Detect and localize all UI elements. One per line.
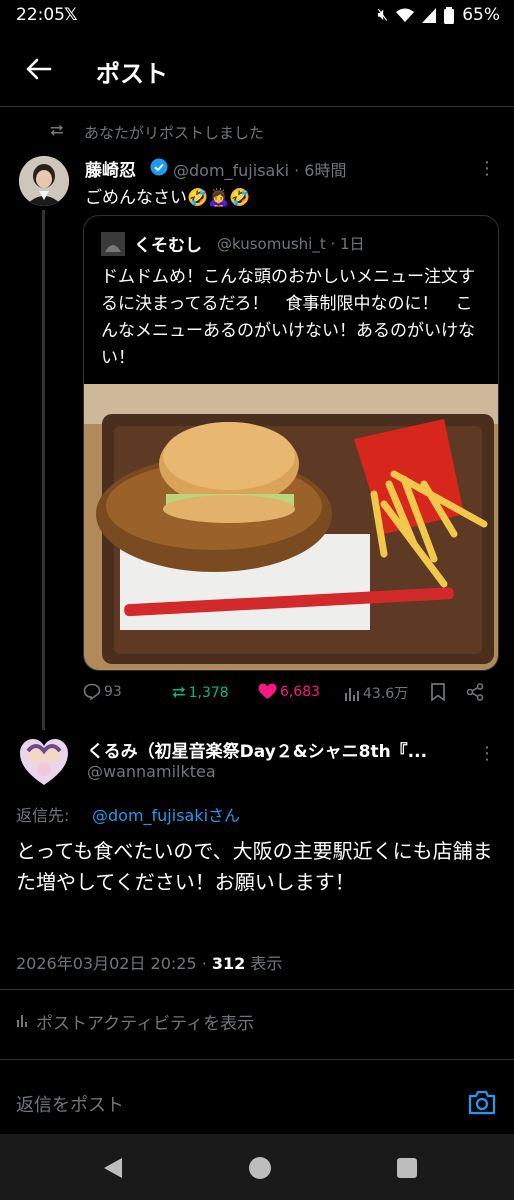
reply-button[interactable]: 93 <box>83 683 122 700</box>
quoted-author-handle: @kusomushi_t · 1日 <box>217 235 365 253</box>
quoted-post-body: ドムドムめ！こんな頭のおかしいメニュー注文するに決まってるだろ！ 食事制限中なの… <box>101 267 475 368</box>
reply-author-handle[interactable]: @wannamilktea <box>87 762 216 781</box>
thread-line <box>42 210 45 730</box>
post-body: ごめんなさい🤣🙇‍♀️🤣 <box>85 188 251 208</box>
status-right: 🔇︎ 65% <box>377 5 500 25</box>
reply-icon <box>83 683 101 700</box>
post-activity-link[interactable]: ポストアクティビティを表示 <box>36 1009 254 1034</box>
reply-body: とっても食べたいので、大阪の主要駅近くにも店舗また増やしてください！お願いします… <box>16 839 493 894</box>
avatar[interactable] <box>19 156 69 206</box>
views-icon <box>345 687 359 701</box>
reply-compose-input[interactable]: 返信をポスト <box>16 1091 124 1117</box>
heart-icon <box>258 683 277 699</box>
page-title: ポスト <box>96 60 168 88</box>
signal-icon <box>422 7 437 23</box>
like-button[interactable]: 6,683 <box>258 683 320 700</box>
battery-icon <box>444 6 455 24</box>
author-name[interactable]: 藤崎忍 <box>85 156 136 181</box>
reply-to-label: 返信先: <box>16 806 70 825</box>
like-count: 6,683 <box>280 683 321 700</box>
reply-meta: 2026年03月02日 20:25 · 312 表示 <box>16 950 282 974</box>
verified-badge-icon <box>150 158 168 176</box>
views-count: 43.6万 <box>363 686 409 702</box>
reply-avatar[interactable] <box>18 737 70 789</box>
reply-author-name[interactable]: くるみ（初星音楽祭Day２&シャニ8th『... <box>87 737 467 762</box>
nav-home-icon[interactable] <box>248 1156 272 1180</box>
back-arrow-icon[interactable] <box>22 52 56 86</box>
divider <box>0 1059 514 1060</box>
camera-icon[interactable] <box>468 1089 496 1115</box>
wifi-icon <box>396 8 415 22</box>
more-options-icon[interactable]: ⋮ <box>478 158 496 179</box>
reply-view-count: 312 <box>211 954 246 973</box>
author-handle[interactable]: @dom_fujisaki · 6時間 <box>173 157 347 181</box>
repost-count: 1,378 <box>188 685 229 701</box>
system-nav-bar <box>0 1134 514 1200</box>
reply-timestamp: 2026年03月02日 20:25 · <box>16 954 212 973</box>
status-bar: 22:05 𝕏 🔇︎ 65% <box>0 0 514 34</box>
nav-recents-icon[interactable] <box>397 1158 417 1178</box>
share-icon[interactable] <box>466 683 484 701</box>
status-time: 22:05 <box>16 5 65 25</box>
bookmark-icon[interactable] <box>430 683 446 701</box>
post-activity-icon <box>17 1015 27 1027</box>
nav-back-icon[interactable] <box>102 1156 124 1180</box>
repost-button[interactable]: ⮂ 1,378 <box>172 683 229 703</box>
repost-icon: ⮂ <box>50 121 64 141</box>
quoted-post[interactable]: くそむし @kusomushi_t · 1日 ドムドムめ！こんな頭のおかしいメニ… <box>83 215 499 671</box>
x-app-icon: 𝕏 <box>64 5 78 25</box>
mute-icon: 🔇︎ <box>377 5 389 25</box>
quoted-avatar <box>101 232 125 256</box>
quoted-author-name: くそむし <box>134 236 202 256</box>
reply-count: 93 <box>104 683 122 700</box>
battery-level: 65% <box>462 5 500 25</box>
quoted-post-image[interactable] <box>84 384 498 670</box>
reply-more-options-icon[interactable]: ⋮ <box>478 743 496 764</box>
reply-to-user-link[interactable]: @dom_fujisakiさん <box>92 802 240 826</box>
repost-action-icon: ⮂ <box>172 683 186 703</box>
repost-notice[interactable]: あなたがリポストしました <box>84 122 264 143</box>
divider <box>0 989 514 990</box>
reply-view-suffix: 表示 <box>245 954 283 973</box>
views-button[interactable]: 43.6万 <box>344 683 408 703</box>
header-divider <box>0 106 514 107</box>
